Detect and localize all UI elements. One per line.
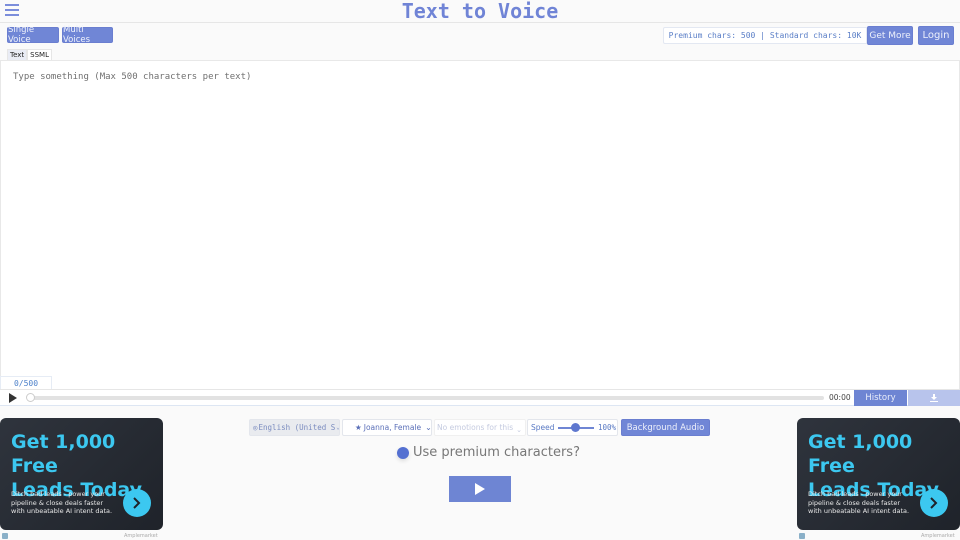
speed-control: Speed 100%: [527, 419, 618, 436]
toggle-knob[interactable]: [397, 446, 409, 459]
chevron-down-icon: ⌄: [425, 423, 432, 432]
ad-choices-icon[interactable]: [799, 533, 805, 539]
ad-body: Ditch bad leads - power your pipeline & …: [11, 490, 113, 515]
multi-voices-button[interactable]: Multi Voices: [62, 25, 113, 45]
language-select[interactable]: ◎ English (United S ⌄: [249, 419, 340, 436]
ad-banner-right[interactable]: Get 1,000 Free Leads Today Ditch bad lead…: [797, 418, 960, 530]
emotion-value: No emotions for this: [437, 423, 514, 432]
audio-player: 00:00 History: [0, 389, 960, 406]
play-icon[interactable]: [9, 393, 17, 403]
voice-select[interactable]: ★ Joanna, Female ⌄: [342, 419, 432, 436]
ad-sponsor: Amplemarket: [124, 533, 158, 539]
premium-toggle[interactable]: Use premium characters?: [397, 445, 580, 460]
play-icon: [475, 483, 485, 495]
chevron-down-icon: ⌄: [336, 424, 340, 431]
ad-arrow-button[interactable]: [123, 489, 151, 517]
generate-play-button[interactable]: [449, 476, 511, 502]
page-title: Text to Voice: [401, 0, 559, 23]
ad-body: Ditch bad leads - power your pipeline & …: [808, 490, 910, 515]
chevron-down-icon: ⌄: [516, 426, 522, 434]
language-value: English (United S: [258, 423, 336, 432]
ad-sponsor: Amplemarket: [921, 533, 955, 539]
voice-value: Joanna, Female: [363, 423, 422, 432]
text-input[interactable]: [1, 61, 959, 389]
star-icon: ★: [355, 423, 362, 432]
text-editor: [0, 60, 960, 390]
download-icon: [930, 394, 938, 402]
globe-icon: ◎: [253, 423, 258, 432]
top-bar: Text to Voice: [0, 0, 960, 23]
speed-slider-thumb[interactable]: [571, 423, 580, 432]
single-voice-button[interactable]: Single Voice: [7, 25, 59, 45]
speed-label: Speed: [531, 423, 555, 432]
playback-time: 00:00: [829, 393, 851, 402]
login-button[interactable]: Login: [918, 26, 954, 45]
get-more-button[interactable]: Get More: [867, 26, 913, 45]
ad-banner-left[interactable]: Get 1,000 Free Leads Today Ditch bad lead…: [0, 418, 163, 530]
seek-thumb[interactable]: [26, 393, 35, 402]
seek-bar[interactable]: [27, 396, 824, 400]
character-counter: 0/500: [0, 376, 52, 389]
background-audio-button[interactable]: Background Audio: [621, 419, 710, 436]
chevron-right-icon: [133, 497, 141, 509]
ad-arrow-button[interactable]: [920, 489, 948, 517]
ad-choices-icon[interactable]: [2, 533, 8, 539]
history-button[interactable]: History: [854, 390, 907, 406]
speed-value: 100%: [598, 423, 617, 432]
chevron-right-icon: [930, 497, 938, 509]
character-quota: Premium chars: 500 | Standard chars: 10K: [663, 27, 867, 44]
premium-label: Use premium characters?: [413, 445, 580, 460]
download-button[interactable]: [908, 390, 960, 406]
emotion-select[interactable]: No emotions for this ⌄: [434, 419, 526, 436]
